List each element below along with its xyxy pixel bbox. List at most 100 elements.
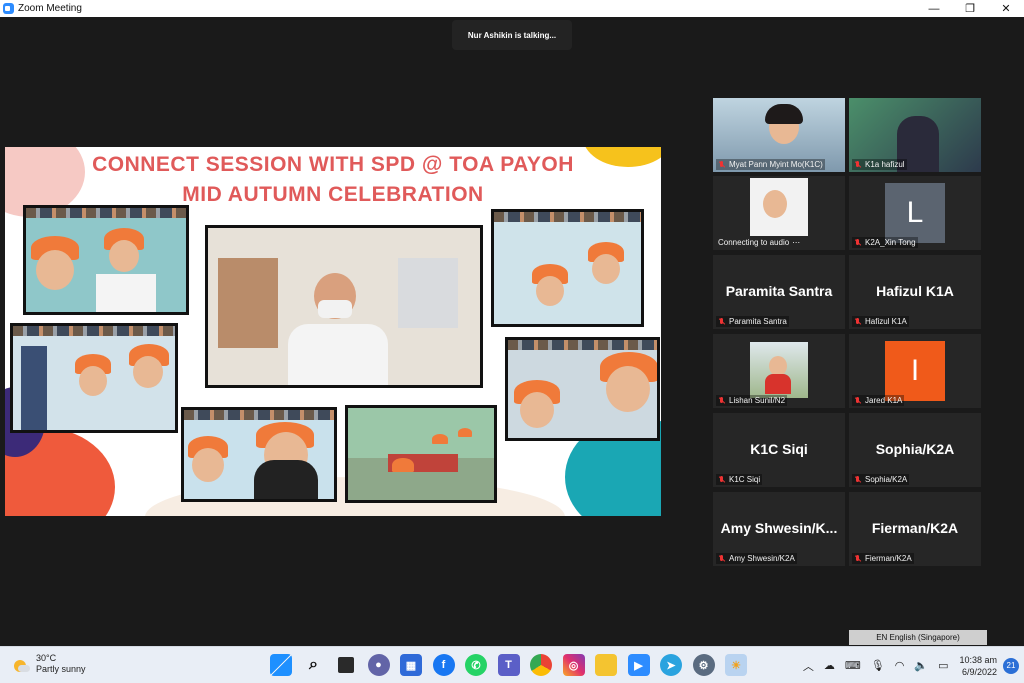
- photo-3-face-a: [536, 276, 564, 306]
- participant-name-tag: Hafizul K1A: [852, 316, 909, 327]
- notifications-badge[interactable]: 21: [1003, 657, 1019, 674]
- participant-tile[interactable]: K1C Siqi K1C Siqi: [713, 413, 845, 487]
- photo-4-face-b: [133, 356, 163, 388]
- restore-button[interactable]: ❐: [952, 0, 988, 17]
- settings-icon[interactable]: ⚙: [692, 654, 715, 676]
- participant-tile[interactable]: I Jared K1A: [849, 334, 981, 408]
- participant-tile[interactable]: Fierman/K2A Fierman/K2A: [849, 492, 981, 566]
- active-speaker-banner: Nur Ashikin is talking...: [452, 20, 572, 50]
- windows-start-icon[interactable]: [270, 654, 292, 676]
- participant-name-tag: Fierman/K2A: [852, 553, 914, 564]
- participant-tile[interactable]: Lishan Sunil/N2: [713, 334, 845, 408]
- participant-tile[interactable]: L K2A_Xin Tong: [849, 176, 981, 250]
- telegram-icon[interactable]: ➤: [660, 654, 682, 676]
- photo-2-shirt: [288, 324, 388, 385]
- participant-name-tag: Myat Pann Myint Mo(K1C): [716, 159, 825, 170]
- participant-name: K1a hafizul: [865, 160, 905, 169]
- input-language-bar[interactable]: EN English (Singapore): [849, 630, 987, 645]
- participant-tile[interactable]: Connecting to audio ⋯: [713, 176, 845, 250]
- photo-5: [505, 337, 660, 441]
- window-controls: — ❐ ✕: [916, 0, 1024, 17]
- participant-display-name: K1C Siqi: [750, 441, 808, 457]
- participant-name: K2A_Xin Tong: [865, 238, 916, 247]
- participant-tile[interactable]: Sophia/K2A Sophia/K2A: [849, 413, 981, 487]
- participant-tile[interactable]: Paramita Santra Paramita Santra: [713, 255, 845, 329]
- photo-5-face-a: [520, 392, 554, 428]
- chevron-up-icon[interactable]: ︿: [803, 658, 814, 674]
- file-explorer-icon[interactable]: [595, 654, 617, 676]
- instagram-icon[interactable]: ◎: [562, 654, 585, 676]
- participant-tile[interactable]: K1a hafizul: [849, 98, 981, 172]
- zoom-icon[interactable]: ▶: [627, 654, 650, 676]
- microphone-icon[interactable]: 🎙: [871, 659, 885, 672]
- pinned-apps: ⌕ ● ▦ f ✆ T ◎ ▶ ➤ ⚙ ☀: [270, 654, 758, 676]
- participant-name-tag: K1a hafizul: [852, 159, 907, 170]
- avatar-initial: L: [906, 196, 924, 229]
- participant-tile[interactable]: Myat Pann Myint Mo(K1C): [713, 98, 845, 172]
- mic-muted-icon: [718, 396, 726, 405]
- keyboard-icon[interactable]: ⌨: [845, 659, 861, 672]
- photo-5-face-b: [606, 366, 650, 412]
- photo-7: [345, 405, 497, 503]
- weather-temp: 30°C: [36, 653, 57, 663]
- volume-icon[interactable]: 🔈: [914, 659, 928, 672]
- participant-name-tag: Jared K1A: [852, 395, 905, 406]
- slide-title-line1: CONNECT SESSION WITH SPD @ TOA PAYOH: [92, 153, 574, 176]
- clock-date: 6/9/2022: [961, 666, 997, 677]
- participant-tile[interactable]: Hafizul K1A Hafizul K1A: [849, 255, 981, 329]
- photo-4-door: [21, 346, 47, 430]
- participant-display-name: Fierman/K2A: [871, 520, 959, 536]
- shared-screen[interactable]: CONNECT SESSION WITH SPD @ TOA PAYOH MID…: [5, 147, 661, 516]
- calendar-app-icon[interactable]: ▦: [400, 654, 422, 676]
- clock-time: 10:38 am: [959, 654, 997, 665]
- photo-1-shirt: [96, 274, 156, 312]
- participant-name-tag: Connecting to audio ⋯: [716, 237, 802, 248]
- onedrive-icon[interactable]: ☁: [824, 659, 835, 672]
- facebook-icon[interactable]: f: [432, 654, 455, 676]
- wifi-icon[interactable]: ◠: [895, 659, 905, 672]
- participant-name-tag: K2A_Xin Tong: [852, 237, 918, 248]
- minimize-button[interactable]: —: [916, 0, 952, 17]
- participant-name: Connecting to audio: [718, 238, 790, 247]
- mic-muted-icon: [718, 160, 726, 169]
- participant-name-tag: Amy Shwesin/K2A: [716, 553, 797, 564]
- weather-widget[interactable]: 30°C Partly sunny: [12, 653, 86, 675]
- participant-tile[interactable]: Amy Shwesin/K... Amy Shwesin/K2A: [713, 492, 845, 566]
- task-view-icon[interactable]: [338, 657, 354, 673]
- photo-4: [10, 323, 178, 433]
- mic-muted-icon: [854, 475, 862, 484]
- participant-display-name: Paramita Santra: [725, 283, 833, 299]
- photo-2-window: [398, 258, 458, 328]
- photo-3-face-b: [592, 254, 620, 284]
- participant-name: Myat Pann Myint Mo(K1C): [729, 160, 823, 169]
- partly-sunny-icon: [12, 656, 30, 674]
- weather-app-icon[interactable]: ☀: [725, 654, 747, 676]
- battery-icon[interactable]: ▭: [938, 659, 948, 672]
- mic-muted-icon: [854, 554, 862, 563]
- clock[interactable]: 10:38 am 6/9/2022: [959, 654, 997, 678]
- participant-hair: [765, 104, 803, 124]
- mic-muted-icon: [854, 396, 862, 405]
- chat-icon[interactable]: ●: [367, 654, 390, 676]
- teams-icon[interactable]: T: [497, 654, 520, 676]
- close-button[interactable]: ✕: [988, 0, 1024, 17]
- loading-dots-icon: ⋯: [792, 238, 801, 247]
- search-icon[interactable]: ⌕: [303, 654, 325, 676]
- mic-muted-icon: [718, 475, 726, 484]
- photo-6-hair: [254, 460, 318, 499]
- participant-name: Lishan Sunil/N2: [729, 396, 786, 405]
- participant-display-name: Hafizul K1A: [876, 283, 954, 299]
- participant-shirt: [765, 374, 791, 394]
- participant-name: Amy Shwesin/K2A: [729, 554, 795, 563]
- zoom-app-icon: [3, 3, 14, 14]
- photo-4-face-a: [79, 366, 107, 396]
- whatsapp-icon[interactable]: ✆: [465, 654, 487, 676]
- taskbar: 30°C Partly sunny ⌕ ● ▦ f ✆ T ◎ ▶ ➤ ⚙ ☀ …: [0, 646, 1024, 683]
- mic-muted-icon: [854, 238, 862, 247]
- photo-1: [23, 205, 189, 315]
- photo-6-strip: [184, 410, 334, 420]
- mic-muted-icon: [718, 317, 726, 326]
- photo-7-hat-b: [432, 434, 448, 444]
- photo-3-strip: [494, 212, 641, 222]
- chrome-icon[interactable]: [530, 654, 552, 676]
